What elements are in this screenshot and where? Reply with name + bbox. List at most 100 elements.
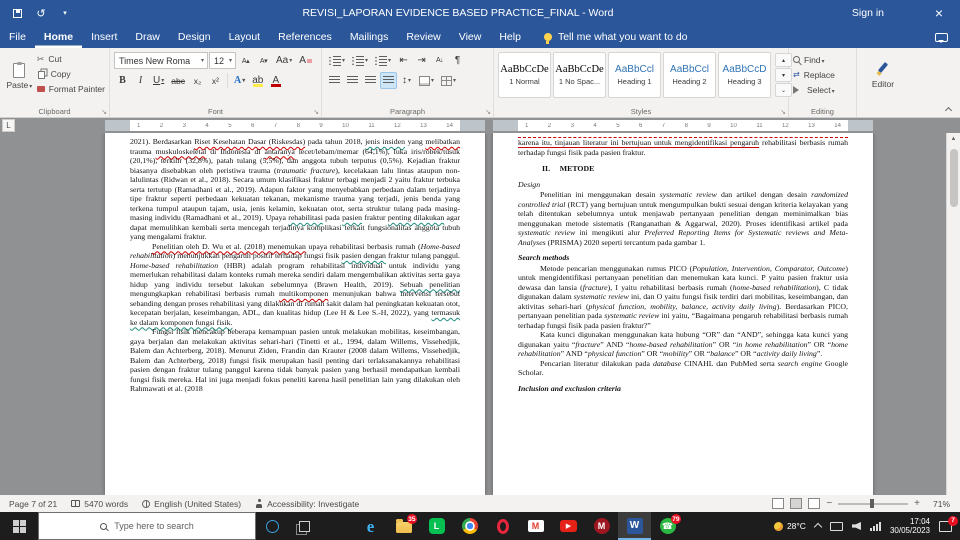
styles-dialog-launcher[interactable]: ↘ [780, 109, 786, 116]
zoom-slider[interactable] [838, 499, 909, 508]
save-icon[interactable] [10, 6, 24, 20]
find-button[interactable]: Find [793, 52, 852, 67]
taskbar-word-icon[interactable]: W [618, 512, 651, 540]
editor-button[interactable]: Editor [861, 52, 905, 100]
taskbar-search[interactable]: Type here to search [38, 512, 256, 540]
multilevel-list-button[interactable] [372, 52, 394, 69]
tab-home[interactable]: Home [35, 26, 82, 48]
scrollbar-thumb[interactable] [949, 149, 958, 207]
tell-me-box[interactable]: Tell me what you want to do [543, 31, 688, 44]
vertical-scrollbar[interactable]: ▲ [946, 133, 960, 495]
paste-button[interactable]: Paste [4, 52, 35, 100]
taskbar-whatsapp-icon[interactable]: ☎ 79 [651, 512, 684, 540]
superscript-button[interactable]: x² [207, 72, 224, 89]
start-button[interactable] [0, 512, 38, 540]
shrink-font-button[interactable]: A▾ [255, 52, 272, 69]
style-1-no-spac-[interactable]: AaBbCcDe 1 No Spac... [553, 52, 606, 98]
style-1-normal[interactable]: AaBbCcDe 1 Normal [498, 52, 551, 98]
select-button[interactable]: Select [793, 82, 852, 97]
font-name-combobox[interactable]: Times New Roma ▾ [114, 52, 208, 69]
tab-stop-selector[interactable]: L [2, 119, 15, 132]
action-center-icon[interactable]: 7 [939, 515, 958, 532]
customize-quick-access-icon[interactable]: ▾ [58, 6, 72, 20]
underline-button[interactable]: U [150, 72, 167, 89]
collapse-ribbon-button[interactable] [941, 104, 955, 115]
comment-icon[interactable] [935, 32, 948, 43]
network-icon[interactable] [869, 521, 881, 531]
task-view-button[interactable] [288, 512, 320, 540]
align-center-button[interactable] [344, 72, 361, 89]
clock[interactable]: 17:04 30/05/2023 [890, 517, 930, 536]
font-size-combobox[interactable]: 12 ▾ [209, 52, 236, 69]
highlight-color-button[interactable]: ab [249, 72, 266, 89]
justify-button[interactable] [380, 72, 397, 89]
show-paragraph-marks-button[interactable]: ¶ [449, 52, 466, 69]
bullets-button[interactable] [326, 52, 348, 69]
print-layout-button[interactable] [790, 498, 803, 509]
page-count[interactable]: Page 7 of 21 [2, 495, 64, 512]
clipboard-dialog-launcher[interactable]: ↘ [101, 109, 107, 116]
tab-insert[interactable]: Insert [82, 26, 126, 48]
document-page-right[interactable]: karena itu, tinjauan literatur ini bertu… [493, 133, 873, 495]
taskbar-gmail-icon[interactable]: M [519, 512, 552, 540]
subscript-button[interactable]: x₂ [189, 72, 206, 89]
align-left-button[interactable] [326, 72, 343, 89]
document-page-left[interactable]: 2021). Berdasarkan Riset Kesehatan Dasar… [105, 133, 485, 495]
undo-icon[interactable]: ↺ [34, 6, 48, 20]
ruler-left-page[interactable]: 1 2 3 4 5 6 7 8 9 10 11 12 13 14 [105, 120, 485, 131]
tab-help[interactable]: Help [490, 26, 530, 48]
ruler-right-page[interactable]: 1 2 3 4 5 6 7 8 9 10 11 12 13 14 [493, 120, 873, 131]
change-case-button[interactable]: Aa [273, 52, 295, 69]
replace-button[interactable]: ⇄ Replace [793, 67, 852, 82]
taskbar-opera-icon[interactable] [486, 512, 519, 540]
weather-widget[interactable]: 28°C [773, 521, 806, 531]
taskbar-chrome-icon[interactable] [453, 512, 486, 540]
taskbar-mendeley-icon[interactable]: M [585, 512, 618, 540]
taskbar-edge-icon[interactable]: e [354, 512, 387, 540]
touch-keyboard-icon[interactable] [829, 521, 843, 531]
tab-review[interactable]: Review [397, 26, 449, 48]
close-button[interactable]: × [918, 0, 960, 26]
tab-file[interactable]: File [0, 26, 35, 48]
taskbar-youtube-icon[interactable]: ▶ [552, 512, 585, 540]
language-status[interactable]: English (United States) [135, 495, 248, 512]
paragraph-dialog-launcher[interactable]: ↘ [485, 109, 491, 116]
zoom-slider-thumb[interactable] [869, 499, 874, 508]
clear-formatting-button[interactable]: A [296, 52, 315, 69]
format-painter-button[interactable]: Format Painter [36, 82, 105, 96]
italic-button[interactable]: I [132, 72, 149, 89]
zoom-out-button[interactable]: − [826, 498, 832, 509]
taskbar-file-explorer-icon[interactable]: 35 [387, 512, 420, 540]
strikethrough-button[interactable]: abc [168, 72, 188, 89]
grow-font-button[interactable]: A▴ [237, 52, 254, 69]
cut-button[interactable]: Cut [37, 52, 105, 66]
tab-draw[interactable]: Draw [126, 26, 169, 48]
read-mode-button[interactable] [772, 498, 785, 509]
style-heading-1[interactable]: AaBbCcl Heading 1 [608, 52, 661, 98]
taskbar-line-icon[interactable]: L [420, 512, 453, 540]
accessibility-status[interactable]: Accessibility: Investigate [248, 495, 366, 512]
hidden-icons-chevron[interactable] [813, 522, 823, 532]
word-count[interactable]: 5470 words [64, 495, 135, 512]
copy-button[interactable]: Copy [37, 67, 105, 81]
sort-button[interactable]: A↓ [431, 52, 448, 69]
borders-button[interactable] [438, 72, 459, 89]
style-heading-2[interactable]: AaBbCcl Heading 2 [663, 52, 716, 98]
increase-indent-button[interactable]: ⇥ [413, 52, 430, 69]
line-spacing-button[interactable]: ↕ [398, 72, 415, 89]
tab-mailings[interactable]: Mailings [341, 26, 398, 48]
numbering-button[interactable] [349, 52, 371, 69]
shading-button[interactable] [416, 72, 437, 89]
font-color-button[interactable]: A [267, 72, 284, 89]
speaker-icon[interactable] [851, 522, 861, 530]
bold-button[interactable]: B [114, 72, 131, 89]
cortana-button[interactable] [256, 512, 288, 540]
tab-references[interactable]: References [269, 26, 341, 48]
scrollbar-up-arrow[interactable]: ▲ [951, 133, 957, 145]
sign-in-button[interactable]: Sign in [844, 5, 892, 21]
tab-view[interactable]: View [450, 26, 491, 48]
tab-layout[interactable]: Layout [220, 26, 270, 48]
tab-design[interactable]: Design [169, 26, 220, 48]
style-heading-3[interactable]: AaBbCcD Heading 3 [718, 52, 771, 98]
font-dialog-launcher[interactable]: ↘ [313, 109, 319, 116]
